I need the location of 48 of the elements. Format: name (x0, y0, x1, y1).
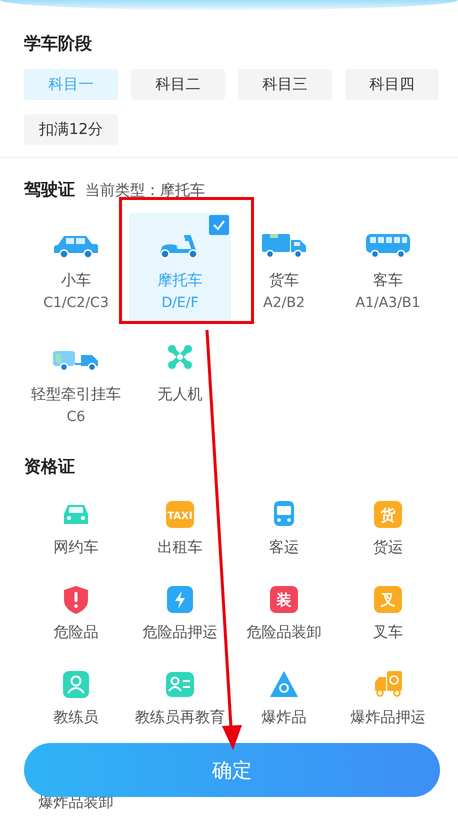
badge-glyph: 货 (380, 506, 396, 524)
license-type-name: 小车 (61, 271, 91, 290)
certificate-option[interactable]: 爆炸品押运 (350, 708, 426, 727)
license-type-option[interactable]: 货车 A2/B2 (233, 213, 335, 323)
badge-glyph: TAXI (167, 511, 193, 522)
stage-option[interactable]: 科目三 (238, 69, 332, 100)
stage-option[interactable]: 科目二 (131, 69, 225, 100)
certificate-option[interactable]: 危险品装卸 (246, 623, 322, 642)
stage-option[interactable]: 科目四 (345, 69, 439, 100)
license-class-code: C1/C2/C3 (43, 295, 109, 311)
license-class-code: C6 (66, 409, 86, 425)
license-type-option[interactable]: 轻型牵引挂车 C6 (25, 327, 127, 437)
shield-icon (61, 585, 91, 615)
badge-glyph: 装 (276, 591, 292, 609)
person-icon (61, 670, 91, 700)
bus-icon (364, 231, 412, 259)
badge-glyph: 叉 (380, 591, 396, 609)
certificate-option[interactable]: 货运 (373, 538, 403, 557)
certificate-option[interactable]: 危险品 (54, 623, 98, 642)
license-type-option[interactable]: 小车 C1/C2/C3 (25, 213, 127, 323)
checkmark-icon (209, 215, 229, 235)
warning-triangle-icon (269, 670, 299, 700)
certificate-option[interactable]: 教练员 (54, 708, 98, 727)
certificate-option[interactable]: 叉车 (373, 623, 403, 642)
section-title: 驾驶证 (24, 179, 75, 201)
certificate-option[interactable]: 爆炸品 (262, 708, 306, 727)
certificate-option[interactable]: 客运 (269, 538, 299, 557)
license-type-name: 轻型牵引挂车 (31, 385, 121, 404)
license-type-option[interactable]: 客车 A1/A3/B1 (337, 213, 439, 323)
certificate-option[interactable]: 出租车 (158, 538, 202, 557)
license-type-name: 客车 (373, 271, 403, 290)
certificate-option[interactable]: 教练员再教育 (135, 708, 225, 727)
current-type-label: 当前类型：摩托车 (85, 181, 205, 200)
license-type-name: 无人机 (158, 385, 202, 404)
lightning-icon (165, 585, 195, 615)
license-type-name: 货车 (269, 271, 299, 290)
certificate-option[interactable]: 危险品押运 (142, 623, 218, 642)
section-title: 资格证 (24, 456, 76, 478)
certificate-option[interactable]: 网约车 (54, 538, 98, 557)
license-type-option[interactable]: 无人机 (129, 327, 231, 437)
truck-icon (260, 231, 308, 259)
license-class-code: A1/A3/B1 (356, 295, 420, 311)
id-card-icon (165, 670, 195, 700)
stage-option[interactable]: 扣满12分 (24, 114, 118, 145)
section-title: 学车阶段 (24, 33, 93, 55)
license-class-code: A2/B2 (263, 295, 305, 311)
license-class-code: D/E/F (161, 295, 199, 311)
license-type-name: 摩托车 (158, 271, 202, 290)
